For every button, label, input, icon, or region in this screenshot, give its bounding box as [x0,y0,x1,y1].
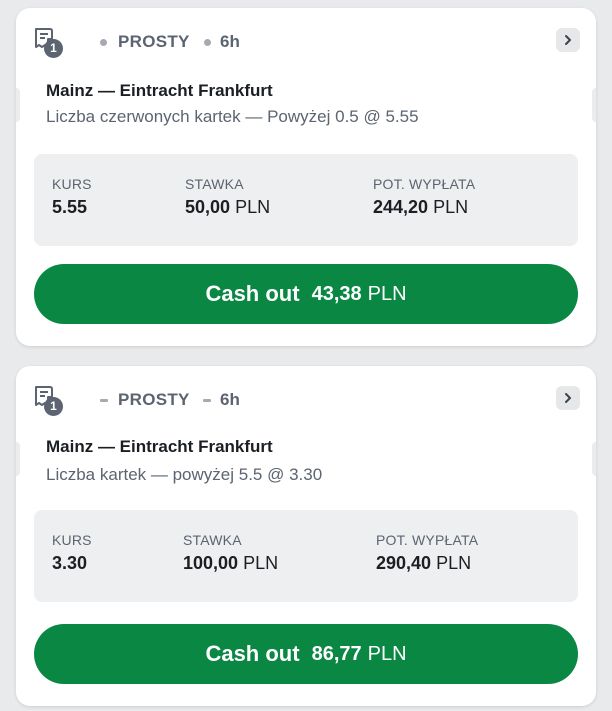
odds-value: 5.55 [52,197,88,217]
stake-label: STAWKA [183,532,242,548]
bet-stats-panel: KURS 5.55 STAWKA 50,00 PLN POT. WYPŁATA … [34,154,578,246]
stake-label: STAWKA [185,176,244,192]
bet-card[interactable]: 1 PROSTY 6h Mainz — Eintracht Frankfurt … [16,8,596,346]
cash-out-label: Cash out [205,281,300,306]
separator-dash [203,399,211,402]
cash-out-amount: 43,38 [311,282,362,305]
bet-card[interactable]: 1 PROSTY 6h Mainz — Eintracht Frankfurt … [16,366,596,706]
cash-out-amount: 86,77 [311,642,362,665]
selection-count-badge: 1 [44,39,63,58]
chevron-right-icon [565,393,571,403]
payout-value: 290,40 PLN [376,553,471,574]
bet-type-label: PROSTY [118,32,190,51]
cash-out-label: Cash out [205,641,300,666]
bet-stats-panel: KURS 3.30 STAWKA 100,00 PLN POT. WYPŁATA… [34,510,578,602]
payout-amount: 244,20 [373,197,429,217]
stake-amount: 100,00 [183,553,239,573]
bet-age-label: 6h [220,32,240,51]
odds-label: KURS [52,532,92,548]
open-bet-button[interactable] [556,28,580,52]
event-name: Mainz — Eintracht Frankfurt [46,81,273,100]
separator-dot [204,39,211,46]
chevron-right-icon [565,35,571,45]
separator-dash [100,399,108,402]
payout-currency: PLN [436,553,472,573]
cash-out-button[interactable]: Cash out 86,77 PLN [34,624,578,684]
bet-ticket-icon: 1 [32,384,68,418]
cash-out-currency: PLN [367,642,407,665]
card-edge-handle [592,88,596,122]
card-edge-handle [592,442,596,476]
cash-out-currency: PLN [367,282,407,305]
market-selection: Liczba czerwonych kartek — Powyżej 0.5 @… [46,107,419,126]
card-edge-handle [16,88,20,122]
event-name: Mainz — Eintracht Frankfurt [46,437,273,456]
stake-currency: PLN [235,197,271,217]
stake-value: 50,00 PLN [185,197,270,218]
bet-card-header: 1 PROSTY 6h [32,26,580,60]
payout-amount: 290,40 [376,553,432,573]
market-selection: Liczba kartek — powyżej 5.5 @ 3.30 [46,465,323,484]
bet-card-header: 1 PROSTY 6h [32,384,580,418]
payout-value: 244,20 PLN [373,197,468,218]
separator-dot [100,39,107,46]
bet-type-label: PROSTY [118,390,190,409]
payout-label: POT. WYPŁATA [373,176,476,192]
open-bet-button[interactable] [556,386,580,410]
bet-age-label: 6h [220,390,240,409]
stake-currency: PLN [243,553,279,573]
odds-label: KURS [52,176,92,192]
selection-count-badge: 1 [44,397,63,416]
cash-out-button[interactable]: Cash out 43,38 PLN [34,264,578,324]
card-edge-handle [16,442,20,476]
odds-value: 3.30 [52,553,88,573]
stake-value: 100,00 PLN [183,553,278,574]
bet-ticket-icon: 1 [32,26,68,60]
payout-label: POT. WYPŁATA [376,532,479,548]
payout-currency: PLN [433,197,469,217]
stake-amount: 50,00 [185,197,231,217]
